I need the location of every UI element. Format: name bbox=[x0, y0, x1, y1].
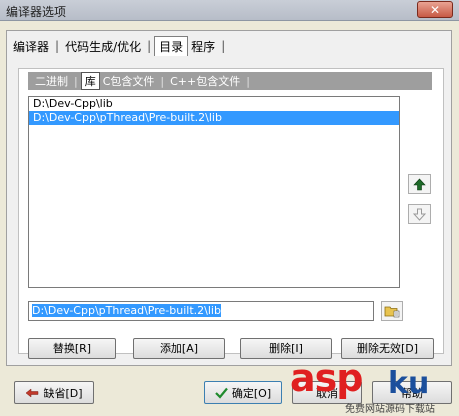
sub-tabs: 二进制 | 库 C包含文件 | C++包含文件 | bbox=[28, 72, 432, 90]
window-title: 编译器选项 bbox=[6, 5, 67, 19]
move-up-button[interactable] bbox=[408, 174, 431, 194]
watermark-logo: ku bbox=[388, 366, 430, 401]
title-bar: 编译器选项 ✕ bbox=[0, 0, 459, 21]
list-item[interactable]: D:\Dev-Cpp\lib bbox=[29, 97, 399, 111]
main-tabs: 编译器 | 代码生成/优化 | 目录 程序 | bbox=[10, 36, 228, 56]
subtab-cpp-includes[interactable]: C++包含文件 bbox=[167, 72, 243, 90]
arrow-left-icon bbox=[26, 387, 39, 398]
tab-separator: | bbox=[246, 74, 250, 88]
default-button[interactable]: 缺省[D] bbox=[14, 381, 94, 404]
tab-codegen[interactable]: 代码生成/优化 bbox=[62, 36, 144, 57]
close-icon: ✕ bbox=[429, 3, 441, 17]
replace-button[interactable]: 替换[R] bbox=[28, 338, 116, 359]
folder-browse-icon bbox=[384, 306, 400, 318]
default-label: 缺省[D] bbox=[43, 386, 83, 400]
browse-folder-button[interactable] bbox=[381, 301, 403, 321]
subtab-libraries[interactable]: 库 bbox=[80, 72, 100, 90]
subtab-binaries[interactable]: 二进制 bbox=[32, 72, 71, 90]
list-item-selected[interactable]: D:\Dev-Cpp\pThread\Pre-built.2\lib bbox=[29, 111, 399, 125]
tab-separator: | bbox=[147, 39, 152, 53]
subtab-c-includes[interactable]: C包含文件 bbox=[100, 72, 158, 90]
close-button[interactable]: ✕ bbox=[417, 1, 453, 18]
add-button[interactable]: 添加[A] bbox=[133, 338, 225, 359]
tab-separator: | bbox=[55, 39, 60, 53]
tab-directories[interactable]: 目录 bbox=[154, 36, 189, 56]
ok-label: 确定[O] bbox=[231, 386, 272, 400]
checkmark-icon bbox=[215, 387, 228, 399]
directory-path-field[interactable]: D:\Dev-Cpp\pThread\Pre-built.2\lib bbox=[28, 301, 374, 321]
watermark-logo: asp bbox=[290, 356, 363, 400]
tab-separator: | bbox=[160, 74, 165, 88]
tab-separator: | bbox=[221, 39, 226, 53]
watermark-caption: 免费网站源码下载站 bbox=[345, 404, 435, 415]
tab-separator: | bbox=[74, 74, 78, 88]
move-down-button[interactable] bbox=[408, 204, 431, 224]
ok-button[interactable]: 确定[O] bbox=[204, 381, 282, 404]
arrow-down-icon bbox=[413, 208, 426, 221]
directory-list[interactable]: D:\Dev-Cpp\lib D:\Dev-Cpp\pThread\Pre-bu… bbox=[28, 96, 400, 288]
arrow-up-icon bbox=[413, 178, 426, 190]
directory-path-value: D:\Dev-Cpp\pThread\Pre-built.2\lib bbox=[32, 304, 221, 317]
tab-programs[interactable]: 程序 bbox=[188, 36, 218, 57]
tab-compiler[interactable]: 编译器 bbox=[10, 36, 52, 57]
